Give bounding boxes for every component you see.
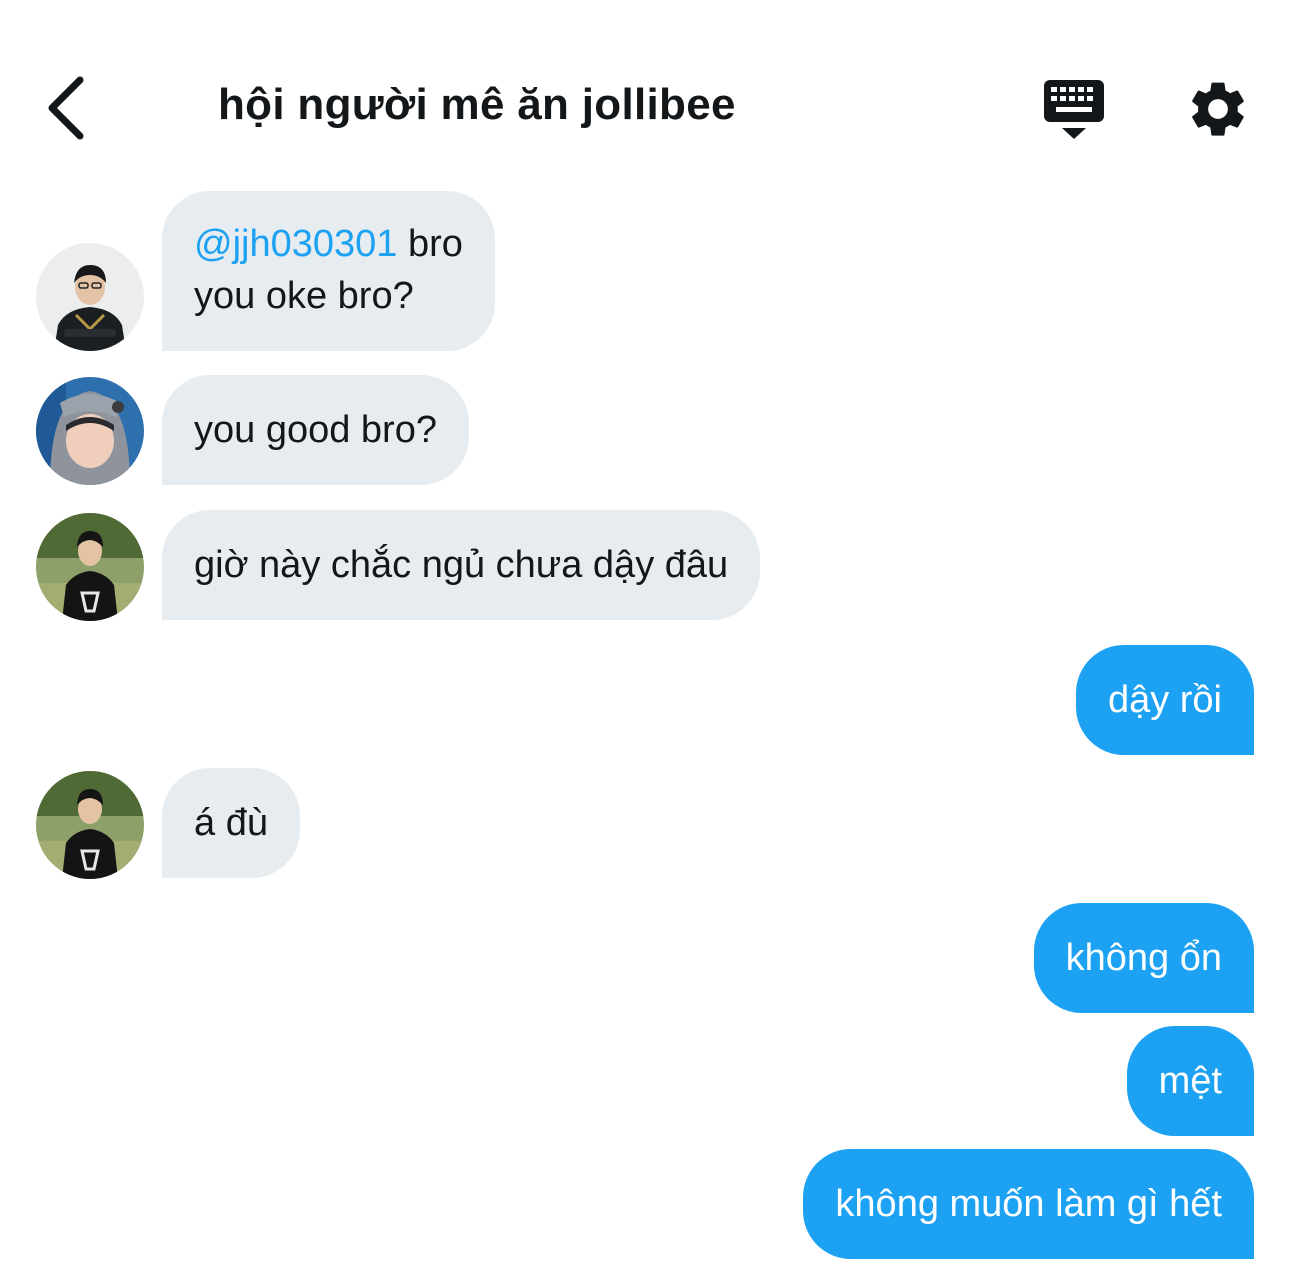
keyboard-button[interactable] (1040, 76, 1108, 142)
message-bubble[interactable]: không ổn (1033, 903, 1254, 1013)
avatar[interactable] (36, 771, 144, 879)
user-avatar-photo (36, 243, 144, 351)
message-bubble[interactable]: mệt (1126, 1026, 1254, 1136)
message-bubble[interactable]: @jjh030301 bro you oke bro? (162, 191, 495, 351)
back-button[interactable] (38, 72, 98, 144)
avatar[interactable] (36, 513, 144, 621)
message-bubble[interactable]: á đù (162, 768, 300, 878)
message-bubble[interactable]: giờ này chắc ngủ chưa dậy đâu (162, 510, 761, 620)
message-bubble[interactable]: không muốn làm gì hết (803, 1149, 1254, 1259)
chevron-left-icon (48, 76, 84, 140)
message-text: không ổn (1065, 937, 1222, 979)
user-avatar-photo (36, 513, 144, 621)
message-text: bro (397, 223, 463, 265)
message-text: mệt (1158, 1060, 1222, 1102)
message-text: giờ này chắc ngủ chưa dậy đâu (194, 544, 729, 586)
conversation-title: hội người mê ăn jollibee (218, 80, 736, 129)
message-text: dậy rồi (1107, 679, 1222, 721)
message-bubble[interactable]: dậy rồi (1075, 645, 1254, 755)
message-text: you good bro? (194, 409, 437, 451)
message-line: you oke bro? (194, 275, 414, 317)
avatar[interactable] (36, 243, 144, 351)
keyboard-icon (1044, 80, 1104, 139)
message-text: á đù (194, 802, 268, 844)
message-text: không muốn làm gì hết (835, 1183, 1222, 1225)
chat-header: hội người mê ăn jollibee (0, 0, 1290, 175)
user-mention[interactable]: @jjh030301 (194, 223, 397, 265)
gear-icon (1192, 82, 1244, 136)
message-bubble[interactable]: you good bro? (162, 375, 469, 485)
settings-button[interactable] (1185, 76, 1251, 142)
avatar[interactable] (36, 377, 144, 485)
user-avatar-photo (36, 377, 144, 485)
user-avatar-photo (36, 771, 144, 879)
message-line: @jjh030301 bro (194, 218, 463, 270)
